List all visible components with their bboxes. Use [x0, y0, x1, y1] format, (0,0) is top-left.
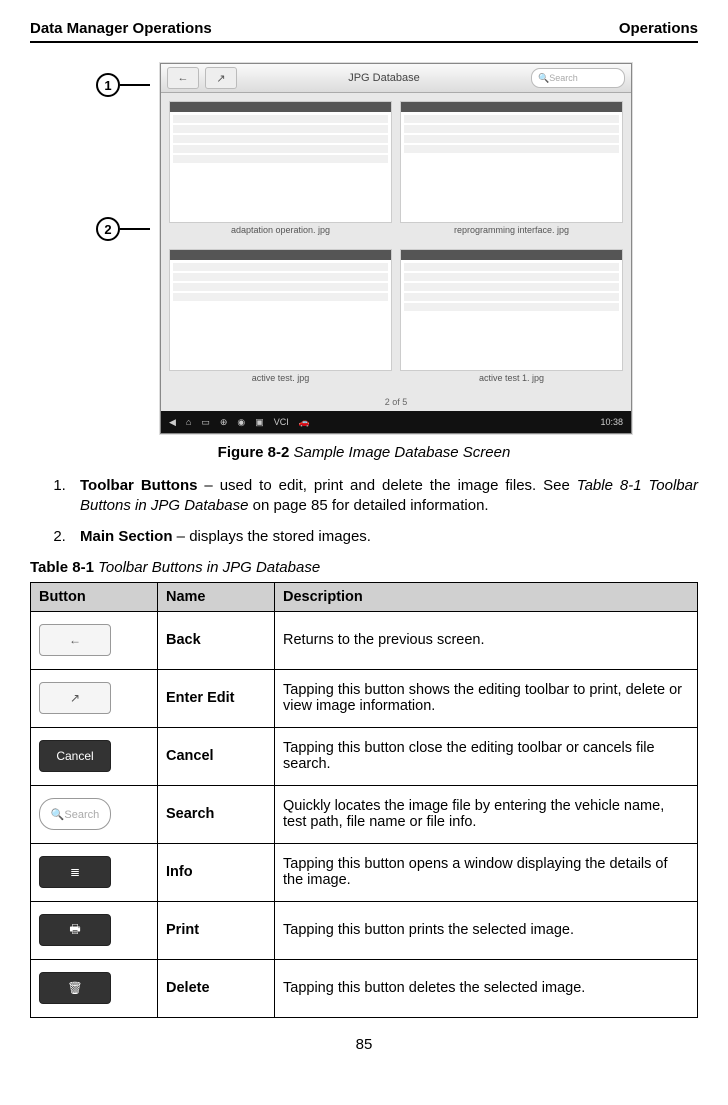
- table-header-row: Button Name Description: [31, 582, 698, 611]
- list-text: – used to edit, print and delete the ima…: [197, 477, 576, 494]
- screenshot-title: JPG Database: [243, 72, 525, 84]
- browser-icon: ▣: [255, 417, 264, 428]
- thumb: [169, 101, 392, 223]
- table-row: ≣ Info Tapping this button opens a windo…: [31, 843, 698, 901]
- table-label: Table 8-1: [30, 559, 94, 576]
- table-caption: Table 8-1 Toolbar Buttons in JPG Databas…: [30, 559, 698, 576]
- back-nav-icon: ◀: [169, 417, 176, 428]
- thumb: [169, 249, 392, 371]
- search-icon: 🔍Search: [39, 798, 111, 830]
- vci-icon: VCI: [274, 417, 289, 428]
- back-icon: ←: [167, 67, 199, 89]
- car-icon: 🚗: [299, 417, 310, 428]
- figure-title: Sample Image Database Screen: [294, 444, 511, 461]
- info-icon: ≣: [39, 856, 111, 888]
- clock: 10:38: [600, 417, 623, 427]
- figure-caption: Figure 8-2 Sample Image Database Screen: [30, 444, 698, 461]
- home-icon: ⌂: [186, 417, 191, 428]
- thumb: [400, 249, 623, 371]
- name-cell: Cancel: [158, 727, 275, 785]
- screenshot-grid: adaptation operation. jpg reprogramming …: [161, 93, 631, 397]
- desc-cell: Tapping this button deletes the selected…: [275, 959, 698, 1017]
- page-number: 85: [30, 1036, 698, 1053]
- table-row: 🔍Search Search Quickly locates the image…: [31, 785, 698, 843]
- desc-cell: Tapping this button shows the editing to…: [275, 669, 698, 727]
- callout-2: 2: [96, 217, 150, 241]
- th-button: Button: [31, 582, 158, 611]
- button-icon-cell: 🖶: [31, 901, 158, 959]
- callout-column: 1 2: [96, 63, 150, 241]
- name-cell: Back: [158, 611, 275, 669]
- desc-cell: Returns to the previous screen.: [275, 611, 698, 669]
- thumb-caption: adaptation operation. jpg: [169, 223, 392, 241]
- recent-icon: ▭: [201, 417, 210, 428]
- callout-circle: 1: [96, 73, 120, 97]
- figure-label: Figure 8-2: [218, 444, 290, 461]
- list-item: Main Section – displays the stored image…: [70, 527, 698, 547]
- callout-line: [120, 84, 150, 86]
- name-cell: Search: [158, 785, 275, 843]
- name-cell: Enter Edit: [158, 669, 275, 727]
- search-field: 🔍 Search: [531, 68, 625, 88]
- table-row: Cancel Cancel Tapping this button close …: [31, 727, 698, 785]
- button-icon-cell: Cancel: [31, 727, 158, 785]
- numbered-list: Toolbar Buttons – used to edit, print an…: [30, 476, 698, 547]
- list-text: on page 85 for detailed information.: [248, 497, 488, 514]
- table-title: Toolbar Buttons in JPG Database: [98, 559, 320, 576]
- enter-edit-icon: ↗: [39, 682, 111, 714]
- name-cell: Print: [158, 901, 275, 959]
- edit-icon: ↗: [205, 67, 237, 89]
- callout-line: [120, 228, 150, 230]
- delete-icon: 🗑: [39, 972, 111, 1004]
- table-row: ← Back Returns to the previous screen.: [31, 611, 698, 669]
- desc-cell: Tapping this button close the editing to…: [275, 727, 698, 785]
- camera-icon: ◉: [237, 417, 245, 428]
- page-header: Data Manager Operations Operations: [30, 20, 698, 43]
- thumb-caption: reprogramming interface. jpg: [400, 223, 623, 241]
- screenshot-icon: ⊕: [220, 417, 228, 428]
- desc-cell: Quickly locates the image file by enteri…: [275, 785, 698, 843]
- name-cell: Delete: [158, 959, 275, 1017]
- header-left: Data Manager Operations: [30, 20, 212, 37]
- pager: 2 of 5: [161, 397, 631, 411]
- list-text: – displays the stored images.: [173, 528, 371, 545]
- desc-cell: Tapping this button prints the selected …: [275, 901, 698, 959]
- th-description: Description: [275, 582, 698, 611]
- thumb-caption: active test 1. jpg: [400, 371, 623, 389]
- thumb-caption: active test. jpg: [169, 371, 392, 389]
- button-icon-cell: ←: [31, 611, 158, 669]
- button-icon-cell: 🔍Search: [31, 785, 158, 843]
- button-icon-cell: 🗑: [31, 959, 158, 1017]
- screenshot-bottombar: ◀ ⌂ ▭ ⊕ ◉ ▣ VCI 🚗 10:38: [161, 411, 631, 433]
- cancel-icon: Cancel: [39, 740, 111, 772]
- button-icon-cell: ↗: [31, 669, 158, 727]
- toolbar-buttons-table: Button Name Description ← Back Returns t…: [30, 582, 698, 1018]
- table-row: ↗ Enter Edit Tapping this button shows t…: [31, 669, 698, 727]
- header-right: Operations: [619, 20, 698, 37]
- list-item: Toolbar Buttons – used to edit, print an…: [70, 476, 698, 517]
- figure: 1 2 ← ↗ JPG Database 🔍 Search: [30, 63, 698, 434]
- screenshot-toolbar: ← ↗ JPG Database 🔍 Search: [161, 64, 631, 93]
- callout-circle: 2: [96, 217, 120, 241]
- print-icon: 🖶: [39, 914, 111, 946]
- table-row: 🗑 Delete Tapping this button deletes the…: [31, 959, 698, 1017]
- th-name: Name: [158, 582, 275, 611]
- name-cell: Info: [158, 843, 275, 901]
- back-arrow-icon: ←: [39, 624, 111, 656]
- button-icon-cell: ≣: [31, 843, 158, 901]
- sample-screenshot: ← ↗ JPG Database 🔍 Search adaptation ope…: [160, 63, 632, 434]
- list-bold: Toolbar Buttons: [80, 477, 197, 494]
- desc-cell: Tapping this button opens a window displ…: [275, 843, 698, 901]
- list-bold: Main Section: [80, 528, 173, 545]
- table-row: 🖶 Print Tapping this button prints the s…: [31, 901, 698, 959]
- callout-1: 1: [96, 73, 150, 97]
- thumb: [400, 101, 623, 223]
